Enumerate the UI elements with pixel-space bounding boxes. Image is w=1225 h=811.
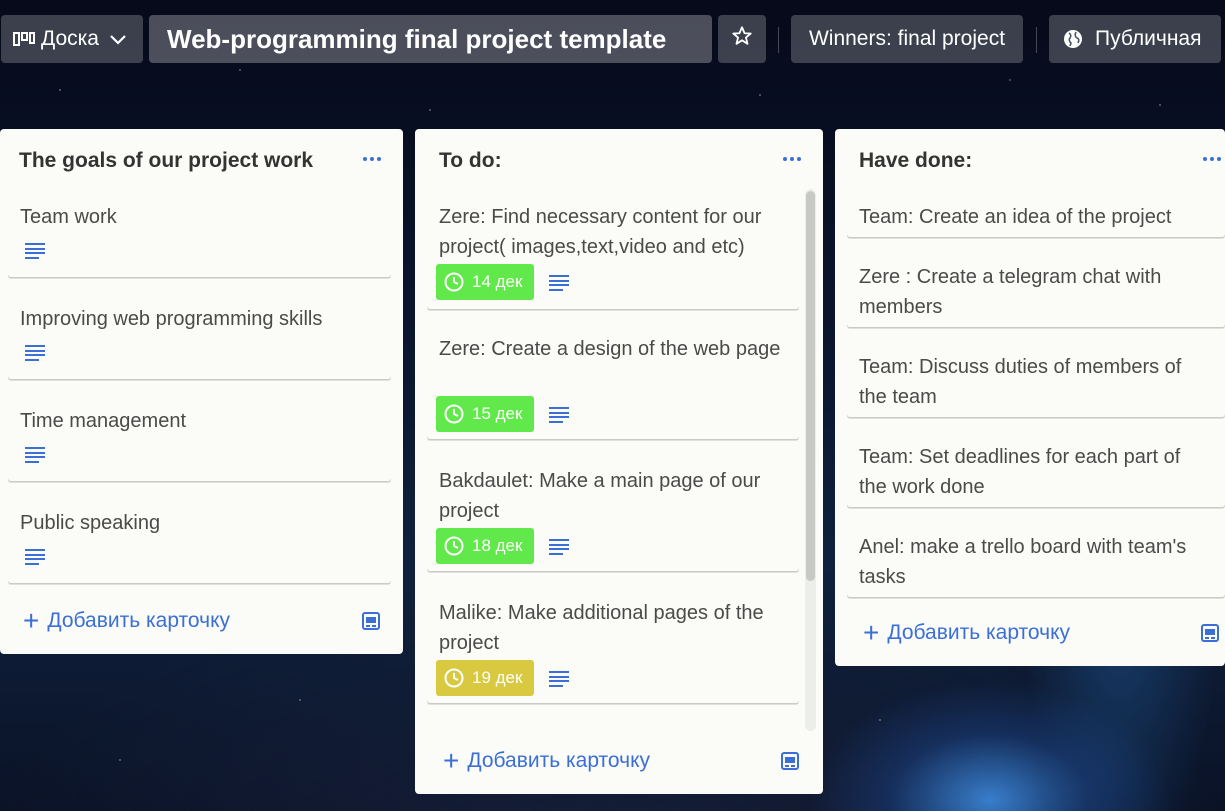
card-title: Zere: Create a design of the web page (439, 338, 781, 360)
card-title: Malike: Make additional pages of the pro… (439, 602, 764, 654)
clock-icon (444, 272, 464, 292)
list-title[interactable]: To do: (439, 149, 502, 173)
description-icon (25, 243, 45, 259)
header-divider (1036, 27, 1037, 53)
list-done: Have done: Team: Create an idea of the p… (835, 129, 1225, 666)
card-template-icon[interactable] (1200, 623, 1220, 648)
header-divider (778, 27, 779, 53)
list-scrollbar[interactable] (805, 189, 816, 731)
card[interactable]: Zere: Find necessary content for our pro… (427, 191, 799, 309)
list-menu-button[interactable] (363, 153, 387, 165)
due-date-badge[interactable]: 18 дек (436, 528, 534, 564)
add-card-button[interactable]: + Добавить карточку (863, 617, 1071, 648)
globe-icon (1063, 29, 1083, 49)
list-menu-button[interactable] (783, 153, 807, 165)
due-date-label: 15 дек (472, 404, 523, 423)
board-switcher-label: Доска (41, 27, 99, 50)
card-template-icon[interactable] (780, 751, 800, 776)
board-icon (13, 31, 35, 47)
card-title: Zere: Find necessary content for our pro… (439, 206, 762, 258)
card-title: Time management (20, 410, 186, 432)
list-goals: The goals of our project work Team work … (0, 129, 403, 654)
card-title: Public speaking (20, 512, 161, 534)
card[interactable]: Zere : Create a telegram chat with membe… (847, 251, 1225, 327)
add-card-button[interactable]: + Добавить карточку (23, 605, 231, 636)
card-title: Bakdaulet: Make a main page of our proje… (439, 470, 761, 522)
add-card-label: Добавить карточку (887, 621, 1071, 644)
plus-icon: + (23, 605, 40, 636)
card[interactable]: Bakdaulet: Make a main page of our proje… (427, 455, 799, 571)
description-icon (549, 407, 569, 423)
card-title: Improving web programming skills (20, 308, 323, 330)
star-icon (731, 25, 753, 53)
card-title: Team: Create an idea of the project (859, 206, 1172, 228)
list-title[interactable]: Have done: (859, 149, 972, 173)
board-title[interactable]: Web-programming final project template (149, 15, 712, 63)
plus-icon: + (443, 745, 460, 776)
card-title: Zere : Create a telegram chat with membe… (859, 266, 1162, 318)
scrollbar-thumb[interactable] (806, 191, 815, 581)
card[interactable]: Improving web programming skills (8, 293, 391, 379)
card[interactable]: Team: Set deadlines for each part of the… (847, 431, 1225, 507)
add-card-label: Добавить карточку (47, 609, 231, 632)
chevron-down-icon (109, 33, 127, 45)
due-date-label: 18 дек (472, 536, 523, 555)
visibility-label: Публичная (1095, 27, 1202, 50)
card[interactable]: Team work (8, 191, 391, 277)
clock-icon (444, 668, 464, 688)
description-icon (25, 549, 45, 565)
description-icon (25, 447, 45, 463)
list-menu-button[interactable] (1203, 153, 1225, 165)
board-switcher-button[interactable]: Доска (1, 15, 143, 63)
due-date-label: 19 дек (472, 668, 523, 687)
due-date-badge[interactable]: 19 дек (436, 660, 534, 696)
star-board-button[interactable] (718, 15, 766, 63)
due-date-label: 14 дек (472, 272, 523, 291)
card-template-icon[interactable] (361, 611, 381, 636)
team-button[interactable]: Winners: final project (791, 15, 1023, 63)
description-icon (549, 539, 569, 555)
clock-icon (444, 536, 464, 556)
list-todo: To do: Zere: Find necessary content for … (415, 129, 823, 794)
card[interactable]: Malike: Make additional pages of the pro… (427, 587, 799, 703)
list-title[interactable]: The goals of our project work (19, 149, 313, 173)
card[interactable]: Anel: make a trello board with team's ta… (847, 521, 1225, 597)
board-header: Доска Web-programming final project temp… (0, 15, 1225, 63)
card-title: Team work (20, 206, 117, 228)
description-icon (549, 275, 569, 291)
card-title: Team: Set deadlines for each part of the… (859, 446, 1181, 498)
due-date-badge[interactable]: 15 дек (436, 396, 534, 432)
add-card-label: Добавить карточку (467, 749, 651, 772)
card[interactable]: Zere: Create a design of the web page 15… (427, 323, 799, 439)
card-title: Anel: make a trello board with team's ta… (859, 536, 1187, 588)
card[interactable]: Public speaking (8, 497, 391, 583)
due-date-badge[interactable]: 14 дек (436, 264, 534, 300)
card[interactable]: Time management (8, 395, 391, 481)
plus-icon: + (863, 617, 880, 648)
description-icon (25, 345, 45, 361)
card[interactable]: Team: Create an idea of the project (847, 191, 1225, 237)
visibility-button[interactable]: Публичная (1049, 15, 1221, 63)
add-card-button[interactable]: + Добавить карточку (443, 745, 651, 776)
description-icon (549, 671, 569, 687)
card[interactable]: Team: Discuss duties of members of the t… (847, 341, 1225, 417)
clock-icon (444, 404, 464, 424)
card-title: Team: Discuss duties of members of the t… (859, 356, 1182, 408)
